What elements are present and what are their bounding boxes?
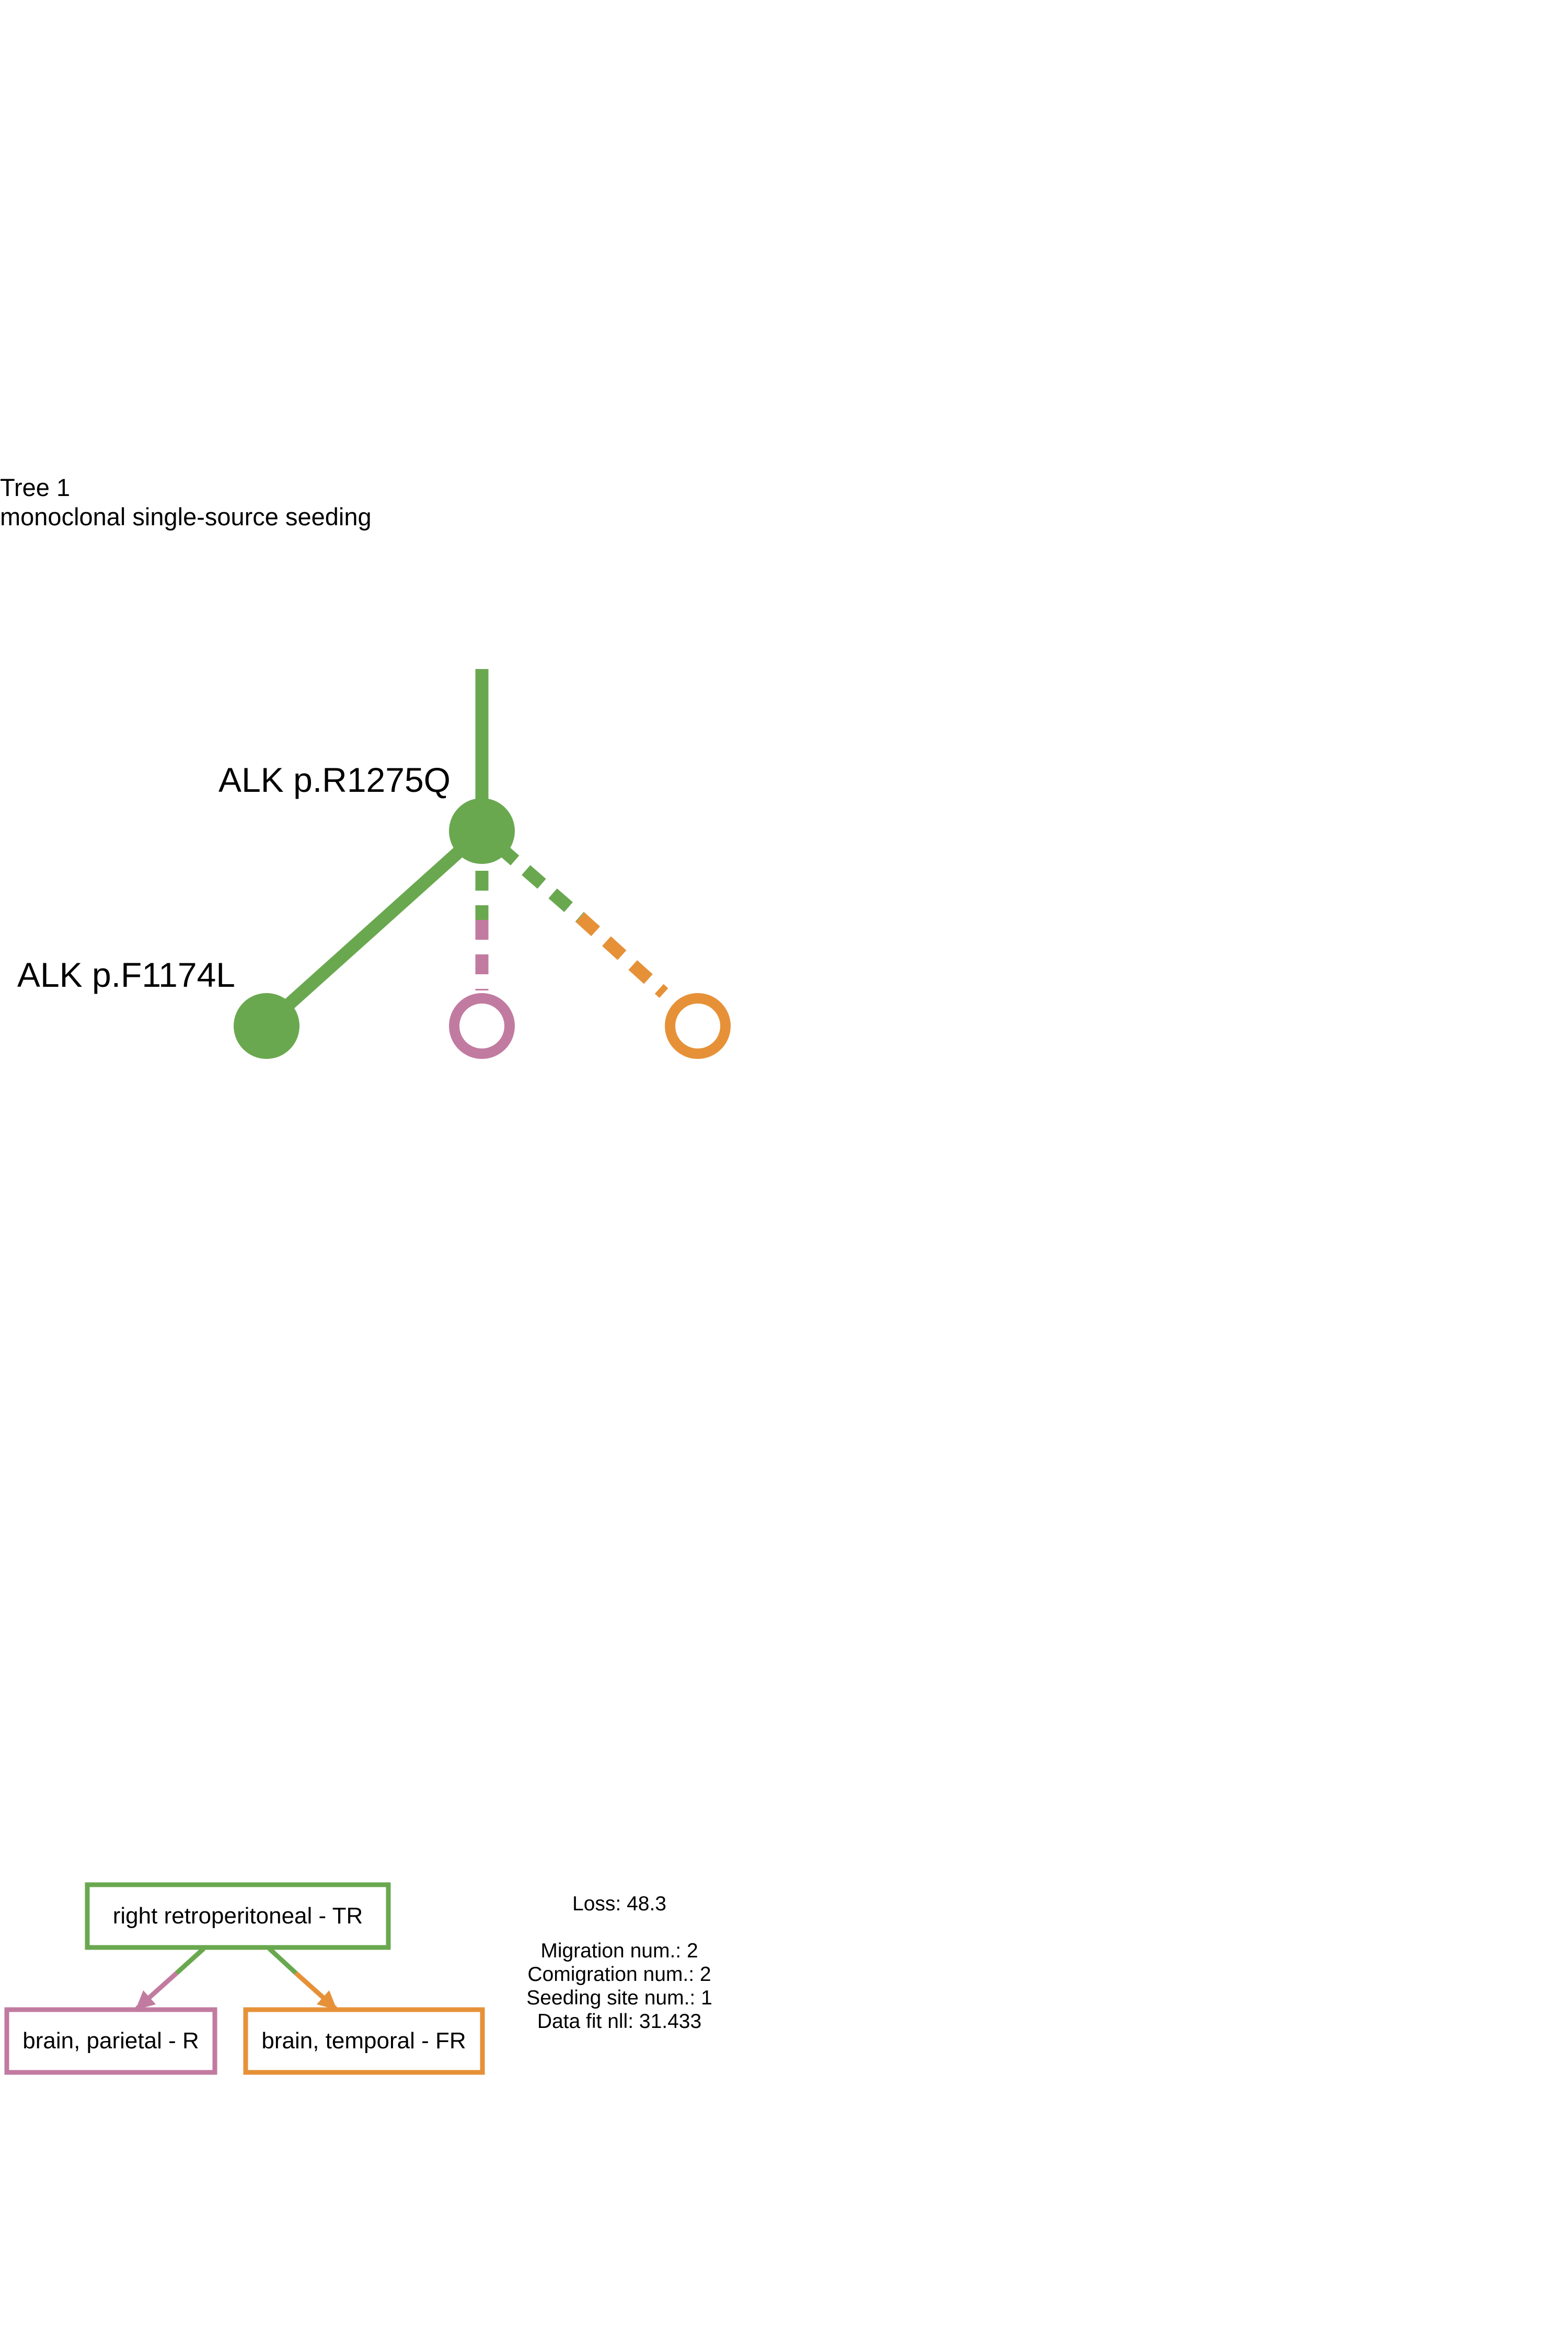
arrow-primary-to-parietal [135, 1946, 206, 2011]
site-label-parietal: brain, parietal - R [22, 2028, 199, 2054]
migration-graph: right retroperitoneal - TR brain, pariet… [4, 1882, 485, 2075]
node-temporal [665, 993, 731, 1059]
data-fit-nll: Data fit nll: 31.433 [537, 2010, 702, 2033]
site-label-temporal: brain, temporal - FR [261, 2028, 466, 2054]
stats-panel: Loss: 48.3 Migration num.: 2 Comigration… [470, 1892, 768, 2033]
node-parietal [449, 993, 515, 1059]
arrow-primary-to-temporal [267, 1946, 338, 2011]
migration-number: Migration num.: 2 [540, 1940, 698, 1962]
edge-root-to-temporal [494, 841, 668, 998]
tree-diagram: ALK p.R1275Q ALK p.F1174L right retroper… [4, 669, 731, 2075]
node-root [449, 798, 515, 864]
stats-spacer [470, 1916, 768, 1939]
loss-value: Loss: 48.3 [572, 1893, 666, 1915]
comigration-number: Comigration num.: 2 [527, 1963, 711, 1986]
site-label-primary: right retroperitoneal - TR [113, 1903, 363, 1929]
clone-tree: ALK p.R1275Q ALK p.F1174L [17, 669, 731, 1059]
label-r1275q: ALK p.R1275Q [218, 760, 451, 799]
seeding-site-number: Seeding site num.: 1 [526, 1987, 712, 2009]
node-f1174l [234, 993, 299, 1059]
label-f1174l: ALK p.F1174L [17, 955, 235, 994]
edge-root-to-f1174l [262, 826, 487, 1030]
